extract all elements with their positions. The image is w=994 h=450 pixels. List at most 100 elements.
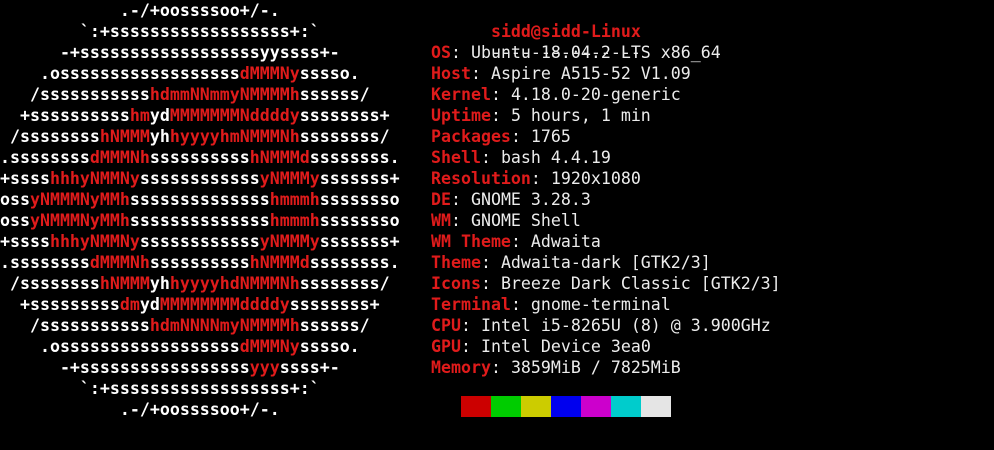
logo-segment: -+ssssssssssssssssssyyssss+- [0, 43, 340, 62]
info-label: Memory [431, 358, 491, 377]
logo-segment: .ssssssss [0, 148, 90, 167]
info-label: Kernel [431, 85, 491, 104]
logo-segment: +ssss [0, 232, 50, 251]
logo-segment: yNMMMy [259, 232, 320, 251]
info-label: DE [431, 190, 451, 209]
logo-segment: ssssssssss [149, 253, 250, 272]
logo-segment: .ossssssssssssssssss [0, 337, 240, 356]
info-row: Host: Aspire A515-52 V1.09 [431, 63, 991, 84]
logo-segment: hhhyNMMNy [49, 169, 140, 188]
info-label: Icons [431, 274, 481, 293]
logo-segment: .-/+oossssoo+/-. [0, 1, 280, 20]
logo-segment: `:+ssssssssssssssssss+:` [0, 22, 320, 41]
logo-segment: dMMMNy [239, 64, 300, 83]
logo-segment: -+sssssssssssssssss [0, 358, 250, 377]
info-colon: : [480, 148, 501, 167]
logo-segment: /sssssssssss [0, 85, 150, 104]
info-value: GNOME 3.28.3 [470, 190, 591, 209]
logo-segment: hyyyyhmNMMMNh [169, 127, 300, 146]
info-colon: : [450, 211, 471, 230]
info-value: gnome-terminal [530, 295, 671, 314]
logo-segment: MMMMMMMNddddy [169, 106, 300, 125]
system-info-panel: sidd@sidd-Linux --------------- OS: Ubun… [431, 0, 991, 378]
info-label: Shell [431, 148, 481, 167]
info-value: Ubuntu 18.04.2 LTS x86_64 [470, 43, 721, 62]
info-row: Uptime: 5 hours, 1 min [431, 105, 991, 126]
color-swatch [611, 396, 641, 417]
logo-line: -+ssssssssssssssssssyyssss+- [0, 42, 420, 63]
logo-line: .ssssssssdMMMNhsssssssssshNMMMdssssssss. [0, 252, 420, 273]
info-row: Shell: bash 4.4.19 [431, 147, 991, 168]
info-label: Resolution [431, 169, 531, 188]
logo-segment: hNMMM [99, 127, 150, 146]
terminal-window[interactable]: .-/+oossssoo+/-. `:+ssssssssssssssssss+:… [0, 0, 994, 450]
info-colon: : [480, 253, 501, 272]
color-swatch [461, 396, 491, 417]
logo-segment: dMMMNy [239, 337, 300, 356]
logo-line: .ossssssssssssssssssdMMMNysssso. [0, 336, 420, 357]
info-list: OS: Ubuntu 18.04.2 LTS x86_64 Host: Aspir… [431, 42, 991, 378]
info-value: Intel i5-8265U (8) @ 3.900GHz [480, 316, 771, 335]
logo-segment: yyy [249, 358, 280, 377]
user-host: sidd@sidd-Linux [490, 22, 641, 41]
logo-segment: yh [149, 127, 170, 146]
logo-segment: sssssss+ [319, 169, 400, 188]
logo-line: +sssssssssdmydMMMMMMMMddddyssssssss+ [0, 294, 420, 315]
logo-line: /sssssssshNMMMyhhyyyyhdNMMMNhssssssss/ [0, 273, 420, 294]
logo-segment: +ssss [0, 169, 50, 188]
info-colon: : [450, 190, 471, 209]
info-label: WM Theme [431, 232, 511, 251]
logo-line: +sssshhhyNMMNyssssssssssssyNMMMysssssss+ [0, 168, 420, 189]
logo-line: .-/+oossssoo+/-. [0, 0, 420, 21]
info-label: WM [431, 211, 451, 230]
logo-line: .ssssssssdMMMNhsssssssssshNMMMdssssssss. [0, 147, 420, 168]
ubuntu-ascii-logo: .-/+oossssoo+/-. `:+ssssssssssssssssss+:… [0, 0, 420, 420]
info-row: CPU: Intel i5-8265U (8) @ 3.900GHz [431, 315, 991, 336]
logo-segment: sssso. [299, 64, 360, 83]
logo-segment: .-/+oossssoo+/-. [0, 400, 280, 419]
info-row: WM Theme: Adwaita [431, 231, 991, 252]
color-swatch [551, 396, 581, 417]
info-value: 5 hours, 1 min [510, 106, 651, 125]
info-value: Breeze Dark Classic [GTK2/3] [500, 274, 781, 293]
logo-segment: yd [149, 106, 170, 125]
logo-segment: ssssssss/ [299, 127, 390, 146]
logo-line: +sssshhhyNMMNyssssssssssssyNMMMysssssss+ [0, 231, 420, 252]
logo-line: /ssssssssssshdmNNNNmyNMMMMhssssss/ [0, 315, 420, 336]
logo-segment: ssssss/ [299, 85, 370, 104]
info-colon: : [510, 295, 531, 314]
logo-segment: hNMMMd [249, 148, 310, 167]
logo-segment: hmmmh [269, 190, 320, 209]
logo-segment: oss [0, 211, 30, 230]
info-row: DE: GNOME 3.28.3 [431, 189, 991, 210]
logo-segment: .ossssssssssssssssss [0, 64, 240, 83]
info-row: Memory: 3859MiB / 7825MiB [431, 357, 991, 378]
logo-segment: dMMMNh [89, 148, 150, 167]
logo-line: ossyNMMMNyMMhsssssssssssssshmmmhssssssso [0, 189, 420, 210]
info-value: Aspire A515-52 V1.09 [490, 64, 691, 83]
info-colon: : [480, 274, 501, 293]
logo-segment: yNMMMNyMMh [29, 190, 130, 209]
info-value: 1920x1080 [550, 169, 641, 188]
logo-segment: /sssssssssss [0, 316, 150, 335]
info-row: Kernel: 4.18.0-20-generic [431, 84, 991, 105]
logo-segment: ssssssssssssss [129, 190, 270, 209]
logo-line: ossyNMMMNyMMhsssssssssssssshmmmhssssssso [0, 210, 420, 231]
info-row: WM: GNOME Shell [431, 210, 991, 231]
logo-segment: /ssssssss [0, 127, 100, 146]
info-colon: : [510, 127, 531, 146]
logo-segment: yNMMMy [259, 169, 320, 188]
info-row: Theme: Adwaita-dark [GTK2/3] [431, 252, 991, 273]
logo-segment: ssssssso [319, 190, 400, 209]
logo-segment: hmmmh [269, 211, 320, 230]
logo-segment: `:+ssssssssssssssssss+:` [0, 379, 320, 398]
logo-segment: +ssssssssss [0, 106, 130, 125]
logo-line: +sssssssssshmydMMMMMMMNddddyssssssss+ [0, 105, 420, 126]
logo-segment: dm [119, 295, 140, 314]
info-row: Packages: 1765 [431, 126, 991, 147]
info-value: Intel Device 3ea0 [480, 337, 651, 356]
logo-segment: hm [129, 106, 150, 125]
logo-segment: yh [149, 274, 170, 293]
logo-segment: ssssss/ [299, 316, 370, 335]
logo-segment: ssssssss/ [299, 274, 390, 293]
